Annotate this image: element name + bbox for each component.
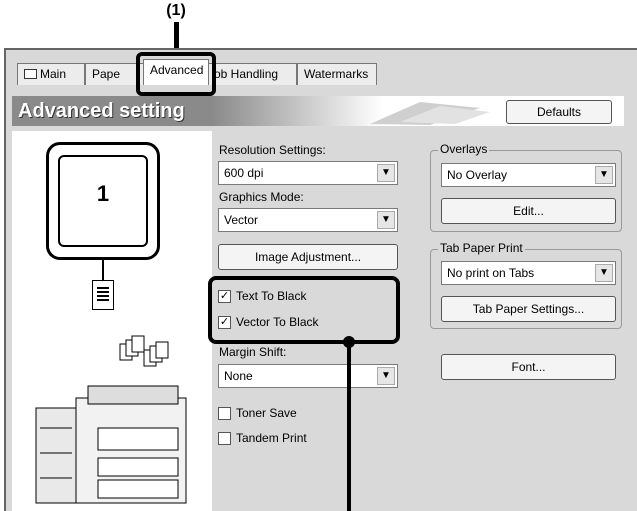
margin-shift-select[interactable]: None ▼ bbox=[218, 364, 398, 388]
graphics-mode-label: Graphics Mode: bbox=[219, 190, 304, 204]
resolution-select[interactable]: 600 dpi ▼ bbox=[218, 161, 398, 185]
resolution-label: Resolution Settings: bbox=[219, 143, 326, 157]
overlay-value: No Overlay bbox=[447, 168, 508, 182]
overlays-legend: Overlays bbox=[438, 142, 490, 156]
chevron-down-icon[interactable]: ▼ bbox=[595, 166, 613, 184]
graphics-mode-select[interactable]: Vector ▼ bbox=[218, 208, 398, 232]
defaults-button[interactable]: Defaults bbox=[506, 100, 612, 124]
tandem-print-checkbox[interactable] bbox=[218, 432, 231, 445]
tandem-print-label: Tandem Print bbox=[236, 431, 307, 445]
overlay-select[interactable]: No Overlay ▼ bbox=[441, 163, 616, 187]
graphics-mode-value: Vector bbox=[224, 213, 259, 227]
tab-main[interactable]: Main bbox=[17, 63, 85, 85]
margin-shift-value: None bbox=[224, 369, 253, 383]
preview-connector bbox=[102, 260, 104, 282]
chevron-down-icon[interactable]: ▼ bbox=[377, 367, 395, 385]
tab-paper-value: No print on Tabs bbox=[447, 266, 535, 280]
document-icon bbox=[92, 280, 114, 310]
margin-shift-label: Margin Shift: bbox=[219, 345, 287, 359]
tab-paper-select[interactable]: No print on Tabs ▼ bbox=[441, 261, 616, 285]
tab-paper-settings-button[interactable]: Tab Paper Settings... bbox=[441, 296, 616, 322]
banner-gradient bbox=[212, 96, 382, 126]
overlay-edit-button[interactable]: Edit... bbox=[441, 198, 616, 224]
toner-save-checkbox[interactable] bbox=[218, 407, 231, 420]
callout-line-1 bbox=[174, 22, 179, 50]
chevron-down-icon[interactable]: ▼ bbox=[377, 211, 395, 229]
tab-highlight-box bbox=[136, 52, 216, 96]
tab-watermarks-label: Watermarks bbox=[304, 67, 369, 81]
checkbox-highlight-box bbox=[208, 276, 400, 344]
printer-machine-icon bbox=[35, 385, 187, 504]
callout-line-2 bbox=[347, 340, 351, 511]
page-preview-inner: 1 bbox=[58, 155, 148, 247]
banner-decoration-icon bbox=[370, 102, 490, 125]
page-number: 1 bbox=[96, 181, 110, 206]
tab-paper-legend: Tab Paper Print bbox=[438, 241, 525, 255]
tab-main-label: Main bbox=[40, 67, 67, 81]
tab-job-handling[interactable]: ob Handling bbox=[207, 63, 297, 85]
chevron-down-icon[interactable]: ▼ bbox=[377, 164, 395, 182]
callout-label-1: (1) bbox=[166, 2, 186, 19]
tab-watermarks[interactable]: Watermarks bbox=[297, 63, 377, 85]
tab-paper-label: Pape bbox=[92, 67, 121, 81]
collated-pages-icon bbox=[119, 335, 169, 367]
tab-job-handling-label: ob Handling bbox=[214, 67, 279, 81]
resolution-value: 600 dpi bbox=[224, 166, 264, 180]
page-title: Advanced setting bbox=[12, 96, 212, 126]
chevron-down-icon[interactable]: ▼ bbox=[595, 264, 613, 282]
printer-icon bbox=[24, 69, 37, 79]
image-adjustment-button[interactable]: Image Adjustment... bbox=[218, 244, 398, 270]
font-button[interactable]: Font... bbox=[441, 354, 616, 380]
toner-save-label: Toner Save bbox=[236, 406, 297, 420]
